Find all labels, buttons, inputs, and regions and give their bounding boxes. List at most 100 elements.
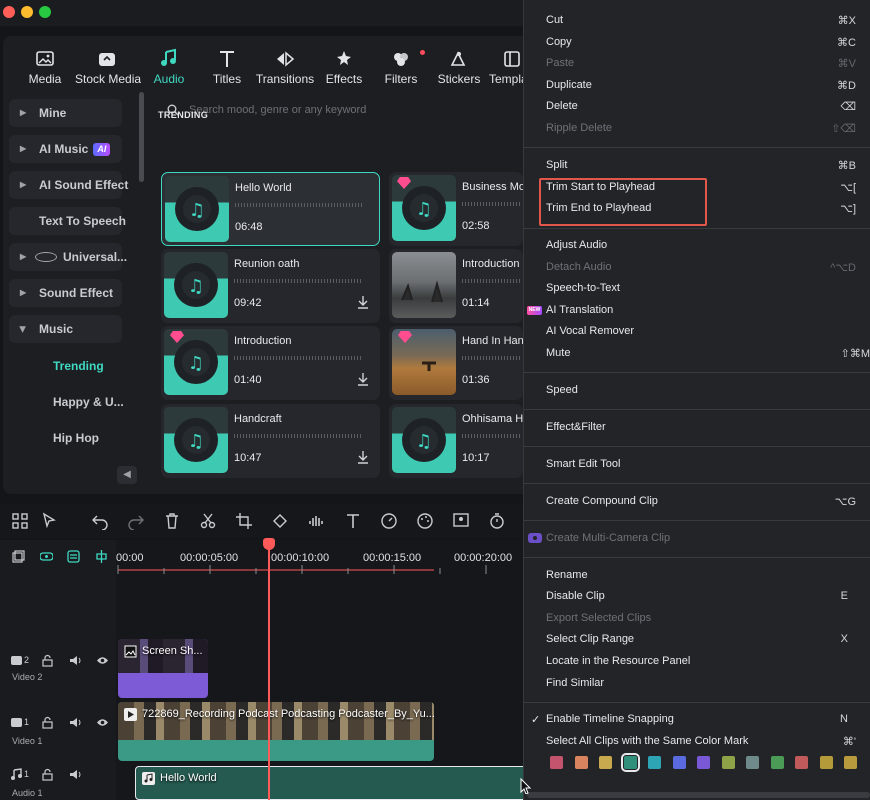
select-cursor-icon[interactable] <box>41 512 59 530</box>
music-card[interactable]: ♫ Reunion oath 09:42 <box>161 249 380 323</box>
audio-edit-icon[interactable] <box>307 512 325 530</box>
music-card[interactable]: ♫ Ohhisama Hi 10:17 <box>389 404 523 478</box>
music-card[interactable]: ♫ Handcraft 10:47 <box>161 404 380 478</box>
color-palette-icon[interactable] <box>416 512 434 530</box>
color-mark-swatch[interactable] <box>574 756 588 769</box>
menu-item-select-clip-range[interactable]: Select Clip Range <box>546 633 634 645</box>
tab-stock-media[interactable]: Stock Media <box>75 46 141 90</box>
download-icon[interactable] <box>357 450 369 464</box>
color-mark-swatch[interactable] <box>648 756 661 769</box>
sidebar-item-ai-sound-effect[interactable]: ▶ AI Sound Effect <box>9 171 128 199</box>
sidebar-item-sound-effect[interactable]: ▶ Sound Effect <box>9 279 122 307</box>
menu-item-find-similar[interactable]: Find Similar <box>546 677 604 689</box>
color-mark-swatch[interactable] <box>620 753 640 772</box>
snap-magnet-icon[interactable] <box>95 550 108 563</box>
lock-icon[interactable] <box>41 768 54 781</box>
color-mark-swatch[interactable] <box>599 756 612 769</box>
minimize-window-button[interactable] <box>21 6 33 18</box>
menu-item-create-multicam-clip[interactable]: Create Multi-Camera Clip <box>546 532 670 544</box>
menu-item-effect-filter[interactable]: Effect&Filter <box>546 421 606 433</box>
sidebar-subitem-happy[interactable]: Happy & U... <box>53 395 124 409</box>
close-window-button[interactable] <box>3 6 15 18</box>
color-mark-swatch[interactable] <box>770 756 784 769</box>
keyframe-icon[interactable] <box>271 512 289 530</box>
menu-item-smart-edit-tool[interactable]: Smart Edit Tool <box>546 458 620 470</box>
menu-item-enable-snapping[interactable]: Enable Timeline Snapping <box>546 713 674 725</box>
sidebar-item-text-to-speech[interactable]: Text To Speech <box>9 207 126 235</box>
menu-item-disable-clip[interactable]: Disable Clip <box>546 590 605 602</box>
color-mark-swatch[interactable] <box>746 756 759 769</box>
speaker-icon[interactable] <box>69 768 82 781</box>
timer-icon[interactable] <box>488 512 506 530</box>
music-card[interactable]: ♫ Business Mo 02:58 <box>389 172 523 246</box>
undo-icon[interactable] <box>91 512 109 530</box>
tab-effects[interactable]: Effects <box>312 46 376 90</box>
menu-item-mute[interactable]: Mute <box>546 347 570 359</box>
color-mark-swatch[interactable] <box>550 756 563 769</box>
menu-horizontal-scrollbar[interactable] <box>527 792 870 798</box>
menu-item-ai-translation[interactable]: AI Translation <box>546 304 613 316</box>
sidebar-subitem-trending[interactable]: Trending <box>53 359 104 373</box>
track-manager-icon[interactable] <box>67 550 80 563</box>
video2-clip[interactable]: Screen Sh... <box>118 639 208 698</box>
tab-media[interactable]: Media <box>13 46 77 90</box>
menu-item-adjust-audio[interactable]: Adjust Audio <box>546 239 607 251</box>
sidebar-scrollbar[interactable] <box>139 92 144 182</box>
lock-icon[interactable] <box>41 716 54 729</box>
lock-icon[interactable] <box>41 654 54 667</box>
sidebar-item-mine[interactable]: ▶ Mine <box>9 99 122 127</box>
redo-icon[interactable] <box>127 512 145 530</box>
crop-icon[interactable] <box>235 512 253 530</box>
sidebar-item-music[interactable]: ▶ Music <box>9 315 122 343</box>
music-card[interactable]: Hand In Hand 01:36 <box>389 326 523 400</box>
add-track-icon[interactable] <box>12 550 25 563</box>
eye-icon[interactable] <box>96 654 109 667</box>
menu-item-export-selected-clips[interactable]: Export Selected Clips <box>546 612 651 624</box>
tab-transitions[interactable]: Transitions <box>253 46 317 90</box>
maximize-window-button[interactable] <box>39 6 51 18</box>
download-icon[interactable] <box>357 372 369 386</box>
menu-item-create-compound-clip[interactable]: Create Compound Clip <box>546 495 658 507</box>
color-mark-swatch[interactable] <box>795 756 808 769</box>
color-mark-swatch[interactable] <box>697 756 710 769</box>
menu-item-delete[interactable]: Delete <box>546 100 578 112</box>
eye-icon[interactable] <box>96 716 109 729</box>
ai-portrait-icon[interactable] <box>452 512 470 530</box>
delete-trash-icon[interactable] <box>163 512 181 530</box>
playhead-handle[interactable] <box>263 538 275 550</box>
menu-item-paste[interactable]: Paste <box>546 57 574 69</box>
timeline-ruler[interactable]: 00:00 00:00:05:00 00:00:10:00 00:00:15:0… <box>116 540 530 576</box>
speaker-icon[interactable] <box>69 716 82 729</box>
playhead[interactable] <box>268 538 270 800</box>
menu-item-rename[interactable]: Rename <box>546 569 588 581</box>
sidebar-item-universal[interactable]: ▶ Universal... <box>9 243 127 271</box>
menu-item-cut[interactable]: Cut <box>546 14 563 26</box>
tab-audio[interactable]: Audio <box>137 46 201 90</box>
sidebar-item-ai-music[interactable]: ▶ AI Music AI <box>9 135 122 163</box>
menu-item-copy[interactable]: Copy <box>546 36 572 48</box>
music-card[interactable]: Introduction C 01:14 <box>389 249 523 323</box>
menu-item-speech-to-text[interactable]: Speech-to-Text <box>546 282 620 294</box>
layout-grid-icon[interactable] <box>11 512 29 530</box>
download-icon[interactable] <box>357 295 369 309</box>
menu-item-locate-in-resource-panel[interactable]: Locate in the Resource Panel <box>546 655 690 667</box>
music-card[interactable]: ♫ Introduction 01:40 <box>161 326 380 400</box>
color-mark-swatch[interactable] <box>819 756 833 769</box>
menu-item-ripple-delete[interactable]: Ripple Delete <box>546 122 612 134</box>
sidebar-subitem-hip-hop[interactable]: Hip Hop <box>53 431 99 445</box>
tab-stickers[interactable]: Stickers <box>427 46 491 90</box>
menu-item-duplicate[interactable]: Duplicate <box>546 79 592 91</box>
menu-item-split[interactable]: Split <box>546 159 567 171</box>
collapse-sidebar-button[interactable]: ◀ <box>117 466 137 484</box>
menu-item-detach-audio[interactable]: Detach Audio <box>546 261 611 273</box>
color-mark-swatch[interactable] <box>721 756 735 769</box>
speaker-icon[interactable] <box>69 654 82 667</box>
search-input[interactable] <box>189 102 519 118</box>
menu-item-ai-vocal-remover[interactable]: AI Vocal Remover <box>546 325 634 337</box>
menu-item-select-same-color[interactable]: Select All Clips with the Same Color Mar… <box>546 735 748 747</box>
audio1-clip[interactable]: Hello World <box>135 766 530 800</box>
tab-titles[interactable]: Titles <box>195 46 259 90</box>
text-tool-icon[interactable] <box>344 512 362 530</box>
menu-item-speed[interactable]: Speed <box>546 384 578 396</box>
color-mark-swatch[interactable] <box>672 756 686 769</box>
